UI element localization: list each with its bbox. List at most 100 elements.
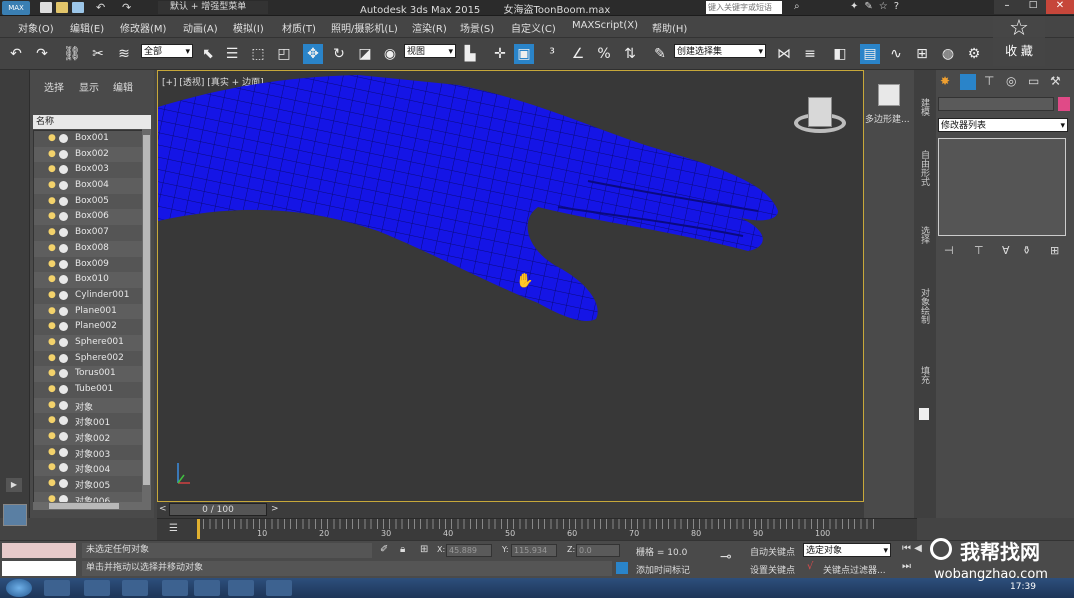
rotate-icon[interactable]: ↻ <box>329 44 349 64</box>
layer-explorer-icon[interactable]: ◧ <box>830 44 850 64</box>
object-visibility-icon[interactable] <box>59 337 68 347</box>
viewcube-icon[interactable] <box>794 97 846 143</box>
undo-icon[interactable]: ↶ <box>6 44 26 64</box>
x-coordinate-field[interactable]: 45.889 <box>446 544 492 557</box>
list-item[interactable]: ● Box008 <box>34 241 150 257</box>
light-bulb-icon[interactable]: ● <box>48 133 56 143</box>
time-slider-thumb[interactable]: 0 / 100 <box>169 503 267 516</box>
list-item[interactable]: ● 对象001 <box>34 413 150 430</box>
spinner-snap-icon[interactable]: ⇅ <box>620 44 640 64</box>
time-slider[interactable]: < 0 / 100 > <box>157 502 864 518</box>
light-bulb-icon[interactable]: ● <box>48 180 56 190</box>
object-visibility-icon[interactable] <box>59 196 68 206</box>
z-coordinate-field[interactable]: 0.0 <box>576 544 620 557</box>
light-bulb-icon[interactable]: ● <box>48 196 56 206</box>
light-bulb-icon[interactable]: ● <box>48 149 56 159</box>
tab-populate[interactable]: 填充 <box>918 366 931 384</box>
close-button[interactable]: ✕ <box>1046 0 1074 14</box>
light-bulb-icon[interactable]: ● <box>48 462 56 472</box>
menu-object[interactable]: 对象(O) <box>18 20 54 35</box>
scrollbar-thumb[interactable] <box>143 135 150 485</box>
list-item[interactable]: ● Torus001 <box>34 366 150 382</box>
list-item[interactable]: ● Plane001 <box>34 304 150 320</box>
search-icon[interactable]: ⌕ <box>794 1 800 12</box>
align-icon[interactable]: ≡ <box>800 44 820 64</box>
light-bulb-icon[interactable]: ● <box>48 353 56 363</box>
object-visibility-icon[interactable] <box>59 165 68 175</box>
lock-selection-icon[interactable]: 🔒︎ <box>400 544 405 555</box>
list-item[interactable]: ● Cylinder001 <box>34 287 150 304</box>
make-unique-icon[interactable]: ∀ <box>1002 244 1010 257</box>
modifier-stack[interactable] <box>938 138 1066 236</box>
list-scrollbar[interactable] <box>142 129 151 504</box>
workspace-selector[interactable]: 默认 + 增强型菜单 <box>158 1 268 14</box>
list-item[interactable]: ● Box007 <box>34 225 150 241</box>
time-tag-icon[interactable] <box>616 562 628 574</box>
time-slider-prev[interactable]: < <box>159 504 167 514</box>
selected-objects-dropdown[interactable]: 选定对象 <box>803 543 891 558</box>
tab-selection[interactable]: 选择 <box>918 226 931 244</box>
help-tools-icons[interactable]: ✦✎☆? <box>850 1 905 12</box>
perspective-viewport[interactable]: [+] [透视] [真实 + 边面] ✋ <box>157 70 864 502</box>
playback-controls-icon[interactable]: ⏮ ◀ <box>902 543 922 554</box>
taskbar-app-4[interactable] <box>162 580 188 596</box>
tab-modeling[interactable]: 建模 <box>918 98 931 116</box>
object-visibility-icon[interactable] <box>59 290 68 300</box>
maxscript-listener-top[interactable] <box>2 543 76 558</box>
menu-display[interactable]: 显示 <box>79 79 99 94</box>
menu-customize[interactable]: 自定义(C) <box>511 20 556 35</box>
list-item[interactable]: ● Tube001 <box>34 382 150 398</box>
utilities-tab-icon[interactable]: ⚒ <box>1050 74 1061 88</box>
tab-freeform[interactable]: 自由形式 <box>918 150 931 186</box>
time-slider-next[interactable]: > <box>271 504 279 514</box>
light-bulb-icon[interactable]: ● <box>48 431 56 441</box>
list-item[interactable]: ● 对象002 <box>34 429 150 445</box>
light-bulb-icon[interactable]: ● <box>48 415 56 425</box>
motion-tab-icon[interactable]: ◎ <box>1006 74 1016 88</box>
start-button-icon[interactable] <box>6 579 32 597</box>
select-by-name-icon[interactable]: ☰ <box>222 44 242 64</box>
list-item[interactable]: ● Box003 <box>34 162 150 179</box>
mirror-icon[interactable]: ⋈ <box>774 44 794 64</box>
list-item[interactable]: ● 对象004 <box>34 460 150 476</box>
auto-key-button[interactable]: 自动关键点 <box>750 545 795 558</box>
percent-snap-icon[interactable]: % <box>594 44 614 64</box>
menu-edit[interactable]: 编辑(E) <box>70 20 104 35</box>
expand-arrow-icon[interactable]: ▶ <box>6 478 22 492</box>
light-bulb-icon[interactable]: ● <box>48 243 56 253</box>
object-visibility-icon[interactable] <box>59 385 68 394</box>
scene-explorer-toggle-icon[interactable]: ▤ <box>860 44 880 64</box>
object-visibility-icon[interactable] <box>59 416 68 426</box>
list-item[interactable]: ● Plane002 <box>34 319 150 335</box>
object-visibility-icon[interactable] <box>59 212 68 222</box>
list-item[interactable]: ● Box009 <box>34 256 150 273</box>
select-object-icon[interactable]: ⬉ <box>198 44 218 64</box>
ref-coord-dropdown[interactable]: 视图 <box>404 44 456 59</box>
menu-modifiers[interactable]: 修改器(M) <box>120 20 166 35</box>
light-bulb-icon[interactable]: ● <box>48 321 56 331</box>
move-icon[interactable]: ✥ <box>303 44 323 64</box>
redo-icon[interactable]: ↷ <box>32 44 52 64</box>
select-manipulate-icon[interactable]: ✛ <box>490 44 510 64</box>
object-visibility-icon[interactable] <box>59 432 68 442</box>
horizontal-scrollbar[interactable] <box>33 502 151 510</box>
menu-select[interactable]: 选择 <box>44 79 64 94</box>
object-visibility-icon[interactable] <box>59 369 68 379</box>
object-visibility-icon[interactable] <box>59 181 68 191</box>
menu-simulation[interactable]: 模拟(I) <box>233 20 264 35</box>
object-visibility-icon[interactable] <box>59 400 68 410</box>
list-item[interactable]: ● Box004 <box>34 178 150 194</box>
taskbar-app-2[interactable] <box>84 580 110 596</box>
display-tab-icon[interactable]: ▭ <box>1028 74 1039 88</box>
object-visibility-icon[interactable] <box>59 463 68 473</box>
list-item[interactable]: ● 对象003 <box>34 444 150 461</box>
minimize-button[interactable]: – <box>994 0 1020 14</box>
object-visibility-icon[interactable] <box>59 149 68 159</box>
light-bulb-icon[interactable]: ● <box>48 227 56 237</box>
angle-snap-icon[interactable]: ∠ <box>568 44 588 64</box>
light-bulb-icon[interactable]: ● <box>48 259 56 269</box>
object-visibility-icon[interactable] <box>59 447 68 457</box>
undo-quick-icon[interactable]: ↶ <box>96 1 105 14</box>
rect-selection-icon[interactable]: ⬚ <box>248 44 268 64</box>
menu-maxscript[interactable]: MAXScript(X) <box>572 20 638 31</box>
